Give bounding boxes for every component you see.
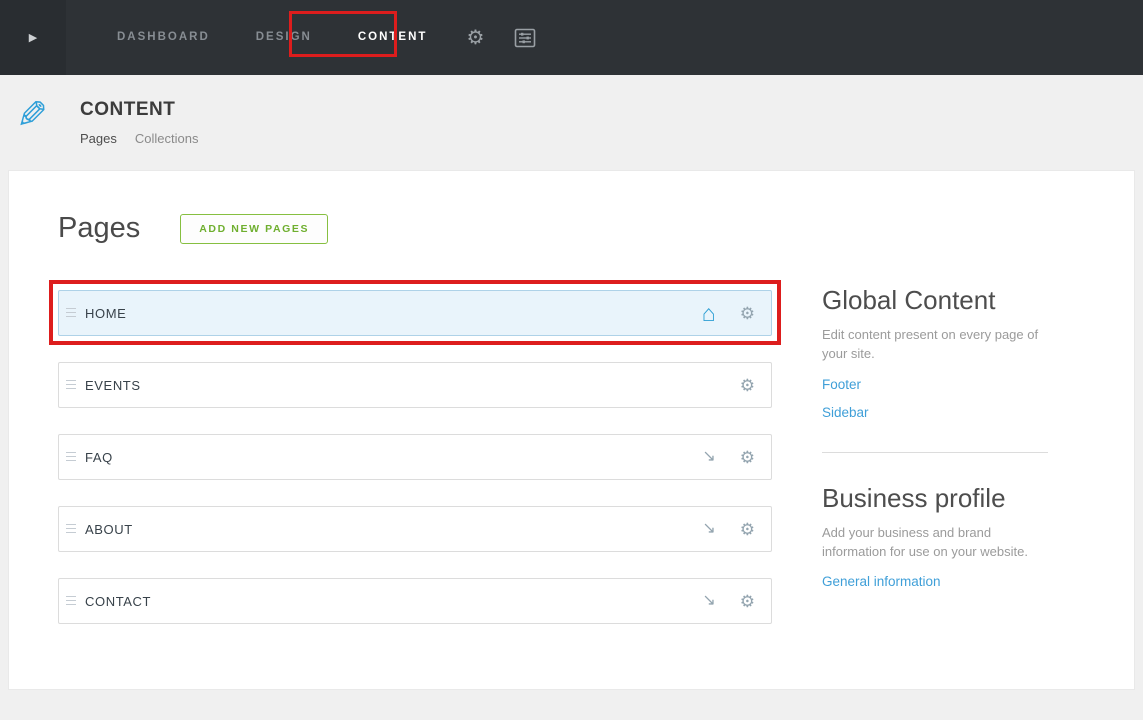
page-row-label: EVENTS [85,377,141,393]
page-row-contact[interactable]: CONTACT ↘ ⚙ [58,578,772,624]
footer-link[interactable]: Footer [822,377,1050,392]
divider [822,451,1048,453]
page-settings-gear-icon[interactable]: ⚙ [740,377,755,394]
general-information-link[interactable]: General information [822,574,1050,589]
play-icon: ▶ [28,32,38,44]
nav-item-design[interactable]: DESIGN [233,0,335,75]
page-row-events[interactable]: EVENTS ⚙ [58,362,772,408]
global-content-description: Edit content present on every page of yo… [822,327,1039,361]
external-link-arrow-icon[interactable]: ↘ [702,521,715,537]
page-settings-gear-icon[interactable]: ⚙ [740,305,755,322]
page-row-label: ABOUT [85,521,133,537]
drag-handle-icon[interactable] [66,596,76,607]
page-header: ✎ CONTENT Pages Collections [0,75,1143,170]
page-row-label: HOME [85,305,127,321]
nav-item-content[interactable]: CONTENT [335,0,451,75]
page-title: CONTENT [80,99,176,120]
right-sidebar: Global Content Edit content present on e… [822,285,1050,589]
page-row-label: FAQ [85,449,113,465]
page-row-home[interactable]: HOME ⌂ ⚙ [58,290,772,336]
top-bar: ▶ DASHBOARD DESIGN CONTENT ⚙ [0,0,1143,75]
pencil-icon: ✎ [16,95,48,137]
drag-handle-icon[interactable] [66,380,76,391]
sidebar-link[interactable]: Sidebar [822,405,1050,420]
preview-button[interactable]: ▶ [0,0,66,75]
top-navigation: DASHBOARD DESIGN CONTENT ⚙ [94,0,536,75]
business-profile-heading: Business profile [822,482,1006,513]
add-new-pages-button[interactable]: ADD NEW PAGES [180,213,329,244]
page-settings-gear-icon[interactable]: ⚙ [740,593,755,610]
external-link-arrow-icon[interactable]: ↘ [702,593,715,609]
page-row-faq[interactable]: FAQ ↘ ⚙ [58,434,772,480]
external-link-arrow-icon[interactable]: ↘ [702,449,715,465]
pages-heading: Pages [58,212,141,244]
drag-handle-icon[interactable] [66,452,76,463]
settings-gear-icon[interactable]: ⚙ [466,25,484,50]
home-icon: ⌂ [701,299,716,326]
sliders-settings-icon[interactable] [514,28,536,48]
page-settings-gear-icon[interactable]: ⚙ [740,449,755,466]
page-row-about[interactable]: ABOUT ↘ ⚙ [58,506,772,552]
header-tabs: Pages Collections [80,131,198,146]
tab-collections[interactable]: Collections [135,131,199,146]
tab-pages[interactable]: Pages [80,131,117,146]
business-profile-description: Add your business and brand information … [822,524,1028,559]
page-row-label: CONTACT [85,593,152,609]
global-content-heading: Global Content [822,285,996,315]
nav-item-dashboard[interactable]: DASHBOARD [94,0,233,75]
page-settings-gear-icon[interactable]: ⚙ [740,521,755,538]
drag-handle-icon[interactable] [66,308,76,319]
drag-handle-icon[interactable] [66,524,76,535]
